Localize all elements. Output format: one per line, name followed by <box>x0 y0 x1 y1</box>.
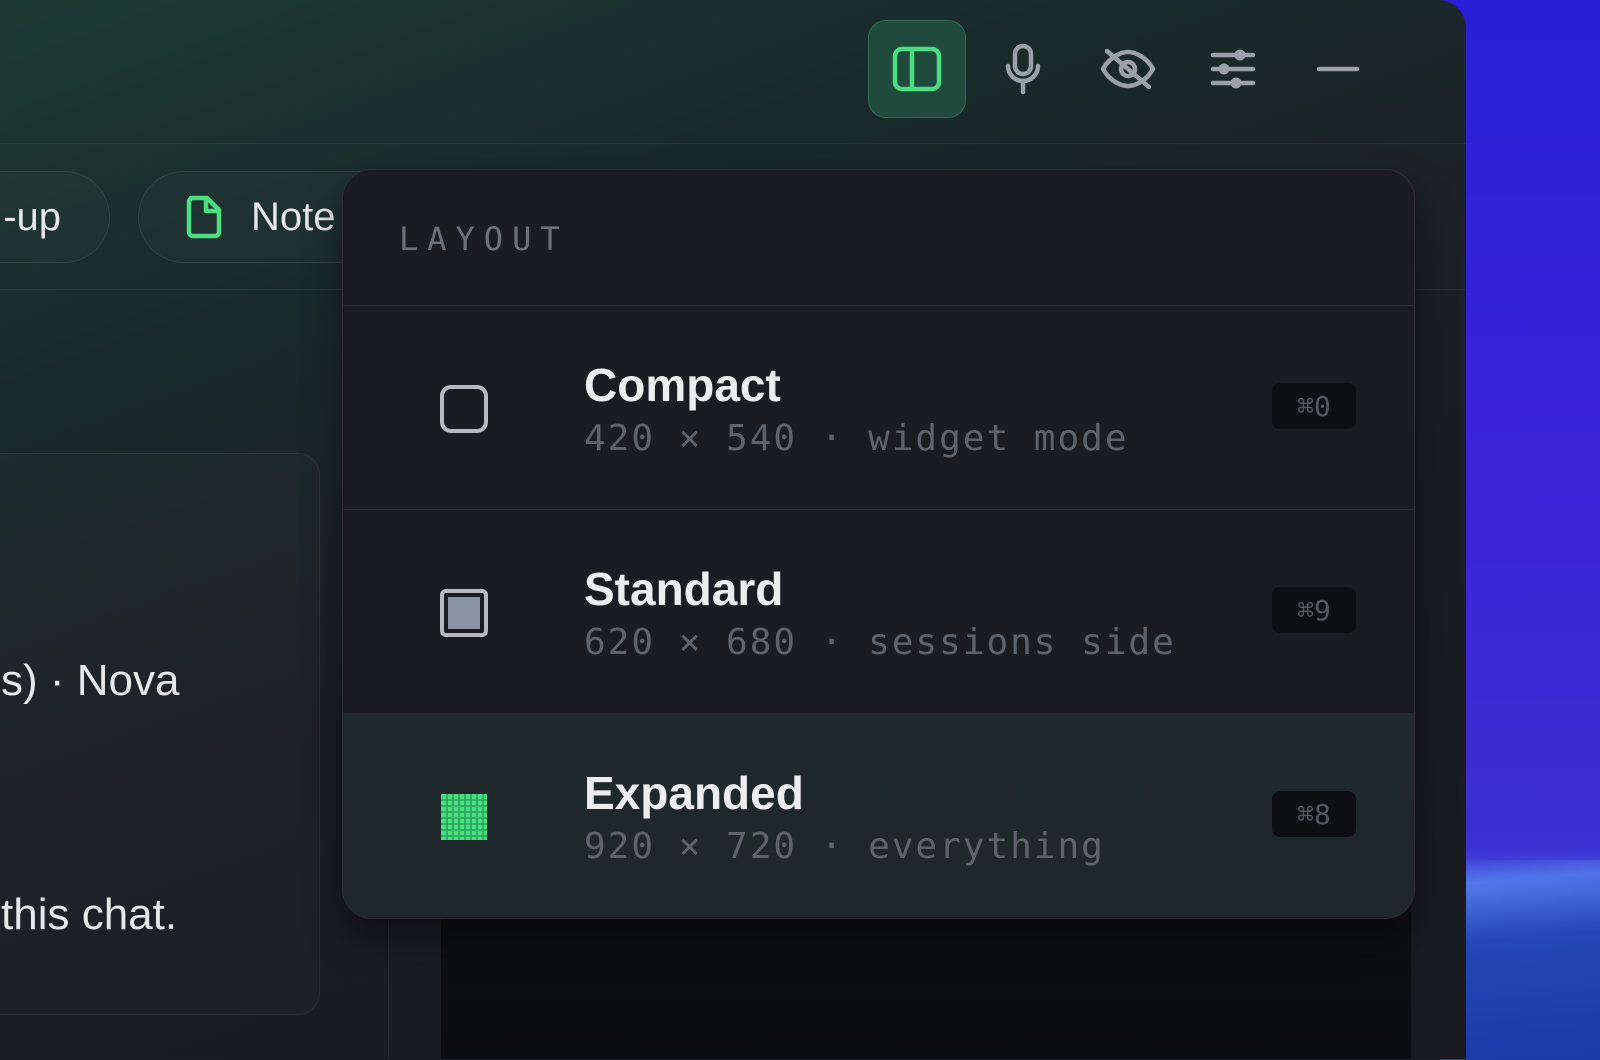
minus-icon <box>1316 66 1360 72</box>
option-name: Standard <box>584 563 784 615</box>
microphone-button[interactable] <box>974 20 1072 118</box>
follow-up-chip[interactable]: -up <box>0 171 110 263</box>
eye-off-icon <box>1100 48 1156 90</box>
title-bar <box>0 0 1466 144</box>
chip-label: Note <box>251 194 336 239</box>
message-card: s) · Nova this chat. <box>0 453 320 1015</box>
shortcut-badge: ⌘0 <box>1272 383 1356 429</box>
card-text-line: s) · Nova <box>1 656 180 705</box>
layout-toggle-button[interactable] <box>868 20 966 118</box>
option-detail: 920 × 720 · everything <box>584 826 1105 867</box>
content-pane <box>441 900 1411 1059</box>
option-detail: 620 × 680 · sessions side <box>584 622 1176 663</box>
card-text-line: this chat. <box>1 890 178 939</box>
microphone-icon <box>1005 43 1041 95</box>
sliders-icon <box>1210 49 1256 89</box>
layout-option-standard[interactable]: Standard 620 × 680 · sessions side ⌘9 <box>343 510 1414 714</box>
menu-header: LAYOUT <box>343 170 1414 306</box>
minimize-button[interactable] <box>1289 20 1387 118</box>
shortcut-badge: ⌘8 <box>1272 791 1356 837</box>
grid-icon <box>441 794 487 840</box>
option-name: Compact <box>584 359 781 411</box>
shortcut-badge: ⌘9 <box>1272 587 1356 633</box>
layout-option-expanded[interactable]: Expanded 920 × 720 · everything ⌘8 <box>343 714 1414 917</box>
menu-title: LAYOUT <box>399 220 569 258</box>
app-window: -up Note s) · Nova this chat. LAYOUT Com… <box>0 0 1466 1059</box>
square-filled-icon <box>440 589 488 637</box>
file-icon <box>186 195 222 239</box>
option-detail: 420 × 540 · widget mode <box>584 418 1129 459</box>
sidebar-panel-icon <box>892 46 942 92</box>
layout-option-compact[interactable]: Compact 420 × 540 · widget mode ⌘0 <box>343 306 1414 510</box>
square-outline-icon <box>440 385 488 433</box>
settings-button[interactable] <box>1184 20 1282 118</box>
hide-button[interactable] <box>1079 20 1177 118</box>
option-name: Expanded <box>584 767 804 819</box>
layout-menu: LAYOUT Compact 420 × 540 · widget mode ⌘… <box>342 169 1415 919</box>
chip-label: -up <box>3 194 61 239</box>
